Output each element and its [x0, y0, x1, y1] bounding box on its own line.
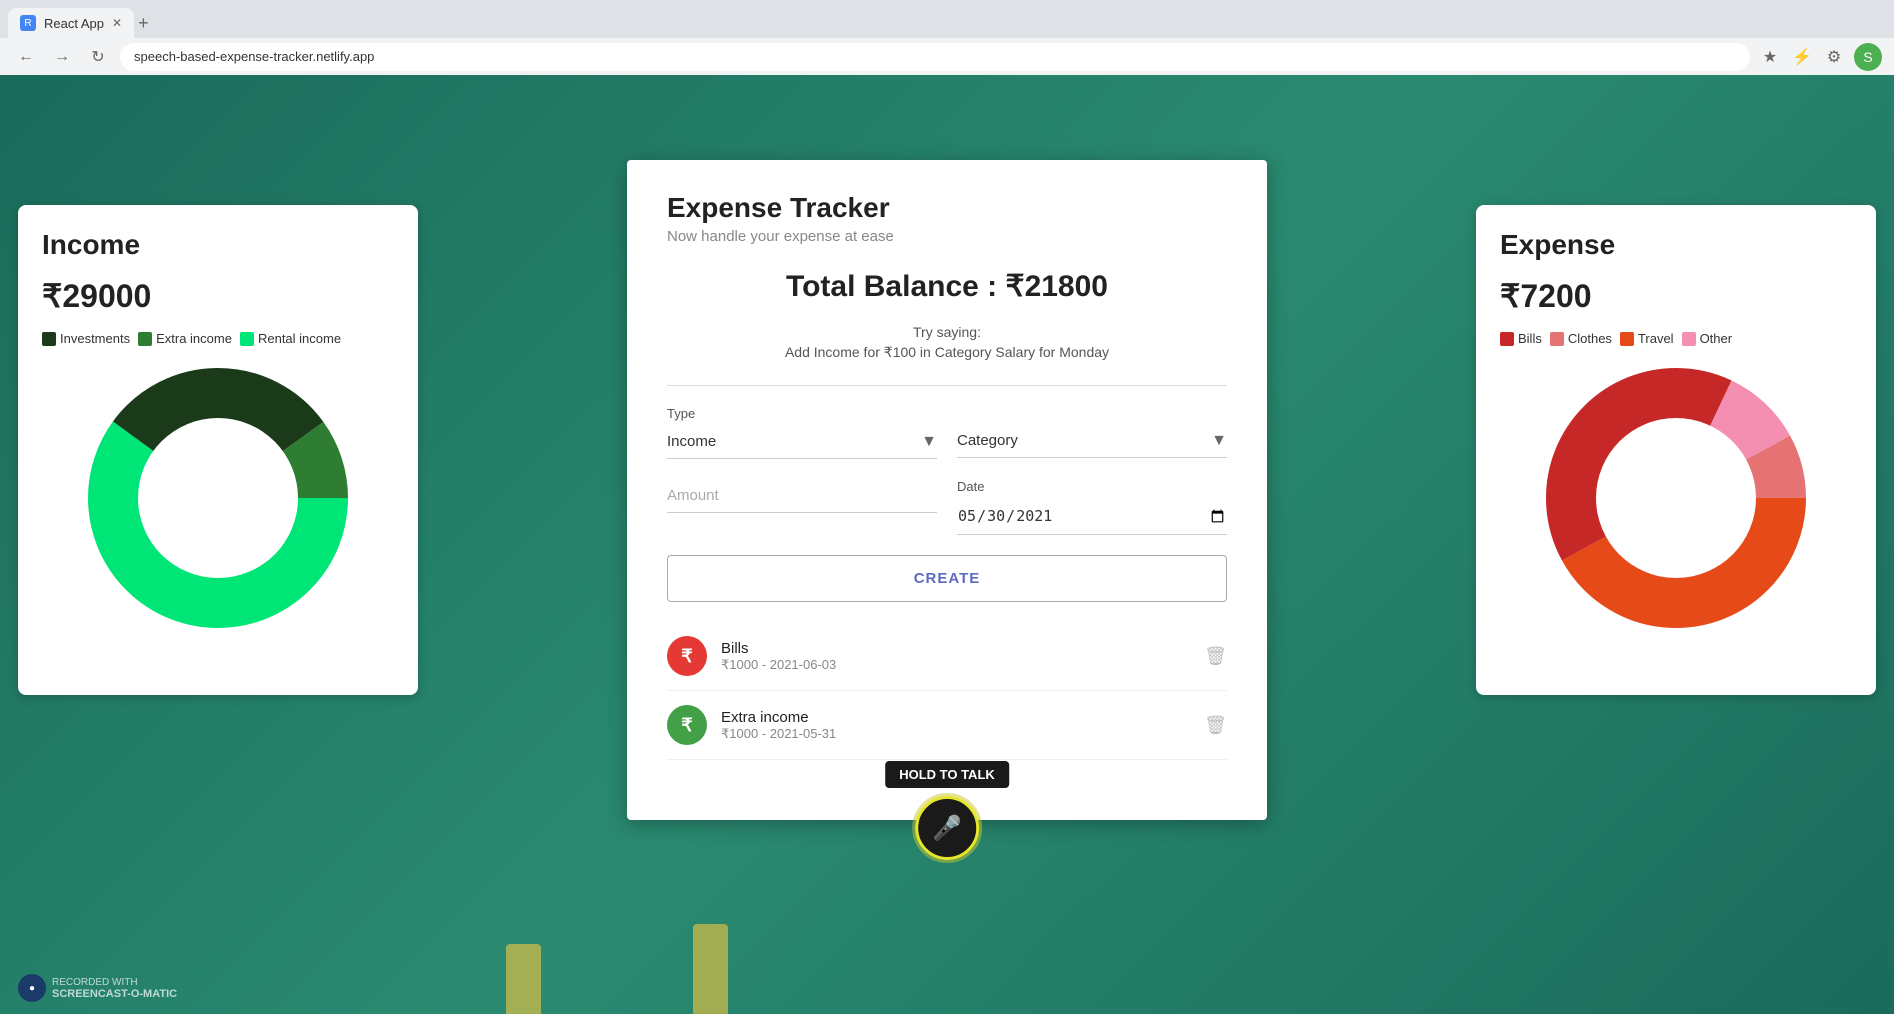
transaction-name-bills: Bills	[721, 640, 1190, 657]
bookmark-icon[interactable]: ★	[1758, 45, 1782, 69]
nav-icons: ★ ⚡ ⚙ S	[1758, 43, 1882, 71]
delete-button-bills[interactable]: 🗑	[1204, 646, 1227, 667]
forward-button[interactable]: →	[48, 43, 76, 71]
mic-container: HOLD TO TALK 🎤	[885, 761, 1009, 860]
new-tab-button[interactable]: +	[138, 13, 149, 34]
nav-bar: ← → ↻ ★ ⚡ ⚙ S	[0, 38, 1894, 75]
hold-to-talk-label: HOLD TO TALK	[885, 761, 1009, 788]
transaction-meta-bills: ₹1000 - 2021-06-03	[721, 657, 1190, 673]
profile-icon[interactable]: S	[1854, 43, 1882, 71]
watermark-logo: ●	[18, 974, 46, 1002]
extensions-icon[interactable]: ⚡	[1790, 45, 1814, 69]
transaction-icon-extra-income: ₹	[667, 705, 707, 745]
try-saying-command: Add Income for ₹100 in Category Salary f…	[667, 344, 1227, 361]
active-tab[interactable]: R React App ✕	[8, 8, 134, 38]
transaction-info-bills: Bills ₹1000 - 2021-06-03	[721, 640, 1190, 673]
refresh-button[interactable]: ↻	[84, 43, 112, 71]
form-row-amount-date: Date	[667, 479, 1227, 535]
form-section: Type Income Expense ▼ Category	[667, 385, 1227, 760]
expense-tracker-modal: Expense Tracker Now handle your expense …	[627, 160, 1267, 820]
total-balance: Total Balance : ₹21800	[667, 269, 1227, 304]
form-group-category: Category Salary Investment Rental income…	[957, 406, 1227, 459]
settings-icon[interactable]: ⚙	[1822, 45, 1846, 69]
mic-button[interactable]: 🎤	[915, 796, 979, 860]
browser-chrome: R React App ✕ + ← → ↻ ★ ⚡ ⚙ S	[0, 0, 1894, 75]
form-group-amount	[667, 479, 937, 535]
category-select[interactable]: Category Salary Investment Rental income…	[957, 424, 1227, 458]
watermark-text: RECORDED WITH SCREENCAST-O-MATIC	[52, 977, 177, 1000]
type-select[interactable]: Income Expense	[667, 425, 937, 459]
tab-favicon: R	[20, 15, 36, 31]
type-label: Type	[667, 406, 937, 421]
form-group-type: Type Income Expense ▼	[667, 406, 937, 459]
date-input[interactable]	[957, 498, 1227, 535]
try-saying-label: Try saying:	[667, 324, 1227, 340]
transaction-name-extra-income: Extra income	[721, 709, 1190, 726]
watermark-line1: RECORDED WITH	[52, 977, 177, 988]
tab-bar: R React App ✕ +	[0, 0, 1894, 38]
watermark: ● RECORDED WITH SCREENCAST-O-MATIC	[18, 974, 177, 1002]
back-button[interactable]: ←	[12, 43, 40, 71]
mic-icon: 🎤	[932, 814, 962, 843]
transaction-list: ₹ Bills ₹1000 - 2021-06-03 🗑 ₹ Extra inc…	[667, 622, 1227, 760]
background: Income ₹29000 Investments Extra income R…	[0, 75, 1894, 1014]
delete-button-extra-income[interactable]: 🗑	[1204, 715, 1227, 736]
watermark-line2: SCREENCAST-O-MATIC	[52, 988, 177, 1000]
transaction-icon-bills: ₹	[667, 636, 707, 676]
transaction-item-extra-income: ₹ Extra income ₹1000 - 2021-05-31 🗑	[667, 691, 1227, 760]
transaction-item-bills: ₹ Bills ₹1000 - 2021-06-03 🗑	[667, 622, 1227, 691]
transaction-info-extra-income: Extra income ₹1000 - 2021-05-31	[721, 709, 1190, 742]
tab-label: React App	[44, 16, 104, 31]
modal-title: Expense Tracker	[667, 192, 1227, 224]
form-group-date: Date	[957, 479, 1227, 535]
form-row-type-category: Type Income Expense ▼ Category	[667, 406, 1227, 459]
create-button[interactable]: CREATE	[667, 555, 1227, 602]
tab-close-button[interactable]: ✕	[112, 16, 122, 30]
category-select-wrapper: Category Salary Investment Rental income…	[957, 424, 1227, 458]
type-select-wrapper: Income Expense ▼	[667, 425, 937, 459]
amount-input[interactable]	[667, 479, 937, 513]
date-label: Date	[957, 479, 1227, 494]
transaction-meta-extra-income: ₹1000 - 2021-05-31	[721, 726, 1190, 742]
address-bar[interactable]	[120, 43, 1750, 71]
modal-overlay: Expense Tracker Now handle your expense …	[0, 150, 1894, 1014]
modal-subtitle: Now handle your expense at ease	[667, 228, 1227, 245]
